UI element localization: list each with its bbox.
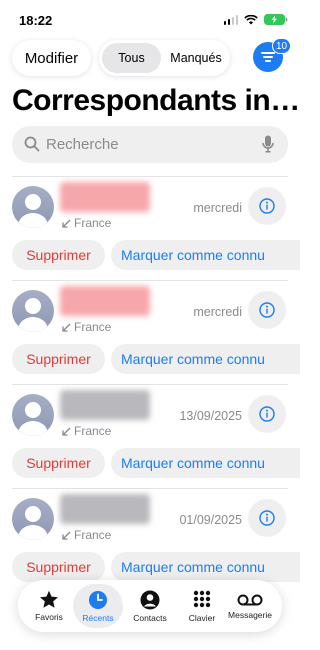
info-button[interactable] [248, 187, 286, 225]
info-button[interactable] [248, 395, 286, 433]
location-label: France [74, 528, 112, 542]
page-title: Correspondants in… [12, 84, 300, 117]
redacted-name [60, 182, 150, 212]
redacted-name [60, 286, 150, 316]
star-icon [40, 590, 58, 608]
mark-known-button[interactable]: Marquer comme connu [111, 344, 300, 374]
info-icon [259, 198, 275, 214]
call-date: 13/09/2025 [179, 409, 242, 423]
tab-label: Récents [82, 612, 114, 623]
caller-location: France [62, 320, 111, 334]
search-bar [12, 126, 288, 163]
info-icon [259, 510, 275, 526]
filter-count-badge: 10 [272, 38, 292, 54]
battery-charging-icon [264, 14, 288, 25]
divider [12, 280, 288, 281]
mark-known-button[interactable]: Marquer comme connu [111, 240, 300, 270]
list-item: France 01/09/2025 Supprimer Marquer comm… [0, 488, 300, 592]
cellular-signal-icon [223, 14, 238, 25]
list-item: France 13/09/2025 Supprimer Marquer comm… [0, 384, 300, 488]
tab-label: Contacts [133, 612, 167, 623]
location-label: France [74, 424, 112, 438]
outgoing-arrow-icon [62, 427, 71, 436]
voicemail-icon [237, 594, 263, 605]
mark-known-button[interactable]: Marquer comme connu [111, 552, 300, 582]
call-date: mercredi [193, 305, 242, 319]
tab-label: Messagerie [228, 609, 272, 620]
top-bar: Modifier Tous Manqués 10 [0, 38, 300, 78]
delete-button[interactable]: Supprimer [12, 344, 105, 374]
caller-location: France [62, 216, 111, 230]
info-button[interactable] [248, 291, 286, 329]
divider [12, 176, 288, 177]
tab-recents[interactable]: Récents [73, 584, 123, 628]
list-item: France mercredi Supprimer Marquer comme … [0, 280, 300, 384]
clock-icon [89, 590, 107, 609]
call-date: 01/09/2025 [179, 513, 242, 527]
delete-button[interactable]: Supprimer [12, 240, 105, 270]
avatar [12, 186, 54, 228]
outgoing-arrow-icon [62, 219, 71, 228]
search-input[interactable] [46, 126, 256, 163]
tab-label: Clavier [188, 612, 216, 623]
divider [12, 384, 288, 385]
caller-location: France [62, 424, 111, 438]
location-label: France [74, 216, 112, 230]
delete-button[interactable]: Supprimer [12, 552, 105, 582]
filter-lines-icon [261, 52, 275, 62]
avatar [12, 290, 54, 332]
redacted-name [60, 494, 150, 524]
call-date: mercredi [193, 201, 242, 215]
tab-favorites[interactable]: Favoris [24, 584, 74, 628]
segment-missed[interactable]: Manqués [165, 43, 227, 73]
avatar [12, 498, 54, 540]
tab-contacts[interactable]: Contacts [125, 584, 175, 628]
info-icon [259, 302, 275, 318]
filter-segmented-control: Tous Manqués [99, 40, 230, 76]
wifi-icon [244, 14, 258, 24]
avatar [12, 394, 54, 436]
edit-button[interactable]: Modifier [12, 40, 91, 76]
outgoing-arrow-icon [62, 531, 71, 540]
person-icon [140, 590, 160, 609]
redacted-name [60, 390, 150, 420]
keypad-icon [193, 590, 211, 607]
segment-all[interactable]: Tous [102, 43, 161, 73]
microphone-icon[interactable] [262, 135, 274, 153]
status-bar: 18:22 [0, 0, 300, 42]
tab-keypad[interactable]: Clavier [177, 584, 227, 628]
tab-bar: Favoris Récents Contacts Clavier Message… [18, 580, 282, 632]
outgoing-arrow-icon [62, 323, 71, 332]
status-icons [223, 14, 289, 25]
info-button[interactable] [248, 499, 286, 537]
mark-known-button[interactable]: Marquer comme connu [111, 448, 300, 478]
location-label: France [74, 320, 112, 334]
info-icon [259, 406, 275, 422]
tab-voicemail[interactable]: Messagerie [223, 584, 277, 628]
tab-label: Favoris [35, 612, 63, 622]
delete-button[interactable]: Supprimer [12, 448, 105, 478]
search-icon [24, 136, 40, 152]
caller-location: France [62, 528, 111, 542]
divider [12, 488, 288, 489]
status-time: 18:22 [19, 13, 53, 28]
list-item: France mercredi Supprimer Marquer comme … [0, 176, 300, 280]
